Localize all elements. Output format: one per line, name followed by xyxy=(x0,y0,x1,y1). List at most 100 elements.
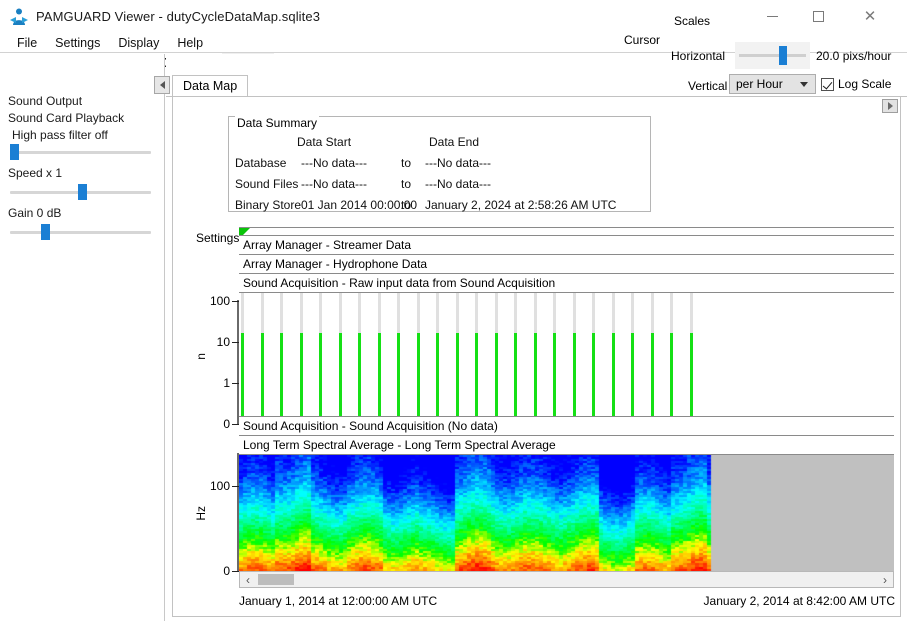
scroll-right-icon[interactable]: › xyxy=(877,572,893,587)
menu-help[interactable]: Help xyxy=(168,34,212,52)
row-sound-acq-label: Sound Acquisition - Sound Acquisition (N… xyxy=(243,419,498,433)
bar-tick-100 xyxy=(232,301,239,302)
row-array-streamer-label: Array Manager - Streamer Data xyxy=(243,238,412,252)
bar-value xyxy=(397,333,400,416)
row-ltsa[interactable]: Long Term Spectral Average - Long Term S… xyxy=(239,435,894,455)
bar-tick-1 xyxy=(232,383,239,384)
bar-value xyxy=(650,333,654,416)
row-start-database: ---No data--- xyxy=(301,156,368,170)
row-array-hydrophone[interactable]: Array Manager - Hydrophone Data xyxy=(239,254,894,274)
chevron-left-icon xyxy=(159,81,165,89)
log-scale-label: Log Scale xyxy=(838,77,892,91)
bar-value xyxy=(436,333,439,416)
scrollbar-thumb[interactable] xyxy=(258,574,294,585)
scroll-left-icon[interactable]: ‹ xyxy=(240,572,256,587)
horizontal-slider-thumb[interactable] xyxy=(779,46,787,65)
scales-title: Scales xyxy=(674,14,711,28)
checkbox-icon[interactable] xyxy=(821,77,834,91)
row-start-soundfiles: ---No data--- xyxy=(301,177,368,191)
row-to-binarystore: to xyxy=(401,198,412,212)
window-title: PAMGUARD Viewer - dutyCycleDataMap.sqlit… xyxy=(36,9,321,24)
vertical-scale-value: per Hour xyxy=(736,77,783,91)
data-map-rows: Array Manager - Streamer Data Array Mana… xyxy=(239,227,894,574)
row-sound-acq[interactable]: Sound Acquisition - Sound Acquisition (N… xyxy=(239,416,894,436)
menu-file[interactable]: File xyxy=(8,34,46,52)
expand-panel-button[interactable] xyxy=(882,99,898,113)
bar-value xyxy=(533,333,537,416)
sound-output-title: Sound Output xyxy=(8,94,83,108)
data-summary-group: Data Summary Data Start Data End Databas… xyxy=(228,116,651,212)
bar-tick-label-10: 10 xyxy=(216,335,230,349)
bar-value xyxy=(358,333,361,416)
row-sound-acq-raw[interactable]: Sound Acquisition - Raw input data from … xyxy=(239,273,894,293)
vertical-scale-select[interactable]: per Hour xyxy=(729,74,816,94)
log-scale-checkbox[interactable]: Log Scale xyxy=(821,77,891,91)
bar-tick-label-100: 100 xyxy=(209,294,230,308)
ltsa-spectrogram[interactable] xyxy=(239,455,894,574)
bar-value xyxy=(494,333,498,416)
vertical-label: Vertical xyxy=(688,79,728,93)
playback-device-label: Sound Card Playback xyxy=(8,111,125,125)
pamguard-logo-icon xyxy=(8,6,30,28)
title-bar: PAMGUARD Viewer - dutyCycleDataMap.sqlit… xyxy=(0,0,907,33)
bar-value xyxy=(377,333,381,416)
maximize-button[interactable] xyxy=(795,0,841,33)
maximize-icon xyxy=(812,11,824,22)
bar-value xyxy=(611,333,615,416)
bar-tick-label-0: 0 xyxy=(223,417,230,431)
row-label-binarystore: Binary Store xyxy=(235,198,302,212)
horizontal-scale-slider[interactable] xyxy=(735,42,810,69)
filter-slider[interactable] xyxy=(10,144,151,160)
bar-value xyxy=(592,333,595,416)
row-end-binarystore: January 2, 2024 at 2:58:26 AM UTC xyxy=(425,198,617,212)
row-array-streamer[interactable]: Array Manager - Streamer Data xyxy=(239,235,894,255)
raw-input-data-bar-chart[interactable] xyxy=(239,293,894,417)
collapse-sidebar-button[interactable] xyxy=(154,76,170,94)
spec-tick-label-0: 0 xyxy=(223,564,230,578)
bar-tick-label-1: 1 xyxy=(223,376,230,390)
bar-value xyxy=(631,333,634,416)
speed-slider-thumb[interactable] xyxy=(78,184,87,200)
bar-value xyxy=(260,333,264,416)
tab-data-map[interactable]: Data Map xyxy=(172,75,249,97)
bar-tick-10 xyxy=(232,342,239,343)
row-sound-acq-raw-label: Sound Acquisition - Raw input data from … xyxy=(243,276,556,290)
row-label-database: Database xyxy=(235,156,287,170)
minimize-button[interactable] xyxy=(749,0,795,33)
speed-label: Speed x 1 xyxy=(8,166,63,180)
spectrogram-canvas xyxy=(239,455,894,573)
bar-axis-title: n xyxy=(194,353,208,360)
horizontal-scrollbar[interactable]: ‹ › xyxy=(239,571,894,588)
spec-axis-title: Hz xyxy=(194,506,208,521)
menu-settings[interactable]: Settings xyxy=(46,34,109,52)
col-header-data-start: Data Start xyxy=(297,135,352,149)
filter-status-label: High pass filter off xyxy=(12,128,108,142)
gain-label: Gain 0 dB xyxy=(8,206,62,220)
horizontal-label: Horizontal xyxy=(671,49,726,63)
chart-axes: 100 10 1 0 n 100 0 Hz xyxy=(0,228,239,578)
timeline-end-label: January 2, 2014 at 8:42:00 AM UTC xyxy=(703,594,895,608)
bar-value xyxy=(416,333,420,416)
menu-display[interactable]: Display xyxy=(109,34,168,52)
filter-slider-track xyxy=(10,151,151,154)
chevron-right-icon xyxy=(887,102,893,110)
bar-value xyxy=(299,333,303,416)
bar-value xyxy=(319,333,322,416)
close-icon: ✕ xyxy=(863,8,877,25)
filter-slider-thumb[interactable] xyxy=(10,144,19,160)
chevron-down-icon xyxy=(800,82,808,87)
close-button[interactable]: ✕ xyxy=(847,0,893,33)
minimize-icon xyxy=(766,16,778,17)
row-array-hydrophone-label: Array Manager - Hydrophone Data xyxy=(243,257,428,271)
row-end-database: ---No data--- xyxy=(425,156,492,170)
row-to-soundfiles: to xyxy=(401,177,412,191)
pixels-per-hour-value: 20.0 pixs/hour xyxy=(816,49,892,63)
row-ltsa-label: Long Term Spectral Average - Long Term S… xyxy=(243,438,556,452)
bar-value xyxy=(241,333,244,416)
bar-value xyxy=(689,333,693,416)
bar-value xyxy=(338,333,342,416)
col-header-data-end: Data End xyxy=(429,135,480,149)
speed-slider[interactable] xyxy=(10,184,151,200)
bar-value xyxy=(670,333,673,416)
cursor-label: Cursor xyxy=(624,33,661,47)
